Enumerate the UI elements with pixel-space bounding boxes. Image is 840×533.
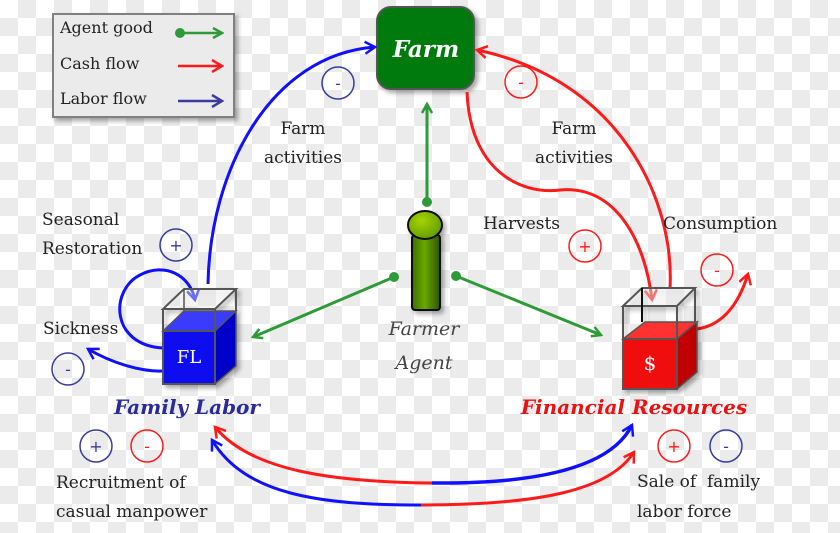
family-labor-title: Family Labor — [113, 395, 261, 419]
svg-text:+: + — [578, 237, 591, 256]
sign-badge-sale-cash: + — [657, 429, 691, 463]
sale-line1: Sale of family — [637, 472, 760, 492]
consumption-label: Consumption — [663, 214, 777, 234]
legend-label-labor-flow: Labor flow — [60, 89, 147, 108]
svg-text:-: - — [335, 74, 341, 93]
svg-text:-: - — [65, 360, 71, 379]
financial-resources-node[interactable]: $ — [620, 287, 700, 391]
legend-label-agent-good: Agent good — [59, 18, 153, 37]
harvests-label: Harvests — [483, 214, 560, 234]
labor-flow-arrow-sickness — [88, 349, 164, 373]
recruitment-line1: Recruitment of — [56, 473, 187, 493]
recruitment-sale-arrows — [210, 425, 634, 507]
sign-badge-farm-activities-left: - — [321, 66, 355, 100]
sign-badge-seasonal-restoration: + — [159, 228, 193, 262]
legend: Agent good Cash flow Labor flow — [52, 13, 235, 118]
farm-activities-right-line1: Farm — [551, 119, 596, 139]
family-labor-box-label: FL — [177, 347, 201, 368]
svg-text:-: - — [723, 437, 729, 456]
svg-text:+: + — [89, 437, 102, 456]
agent-good-arrow-family-labor — [253, 275, 395, 337]
farmer-agent-label-line1: Farmer — [388, 318, 462, 340]
farm-activities-left-line2: activities — [264, 148, 342, 168]
seasonal-restoration-line2: Restoration — [42, 239, 142, 259]
sign-badge-farm-activities-right: - — [504, 65, 538, 99]
economic-flow-diagram: Agent good Cash flow Labor flow Farm Far… — [42, 6, 777, 522]
sign-badge-harvests: + — [568, 229, 602, 263]
financial-resources-title: Financial Resources — [520, 395, 747, 419]
svg-text:-: - — [144, 437, 150, 456]
farm-node[interactable]: Farm — [376, 6, 475, 90]
farm-label: Farm — [392, 36, 459, 63]
sickness-label: Sickness — [43, 319, 118, 339]
seasonal-restoration-line1: Seasonal — [42, 210, 119, 230]
sign-badge-sale-labor: - — [709, 429, 743, 463]
svg-text:+: + — [169, 236, 182, 255]
farmer-agent-icon[interactable] — [407, 210, 443, 311]
svg-text:-: - — [714, 261, 720, 280]
financial-resources-box-label: $ — [644, 351, 657, 375]
sign-badge-recruitment-cash: - — [130, 429, 164, 463]
recruitment-line2: casual manpower — [56, 502, 208, 522]
svg-text:-: - — [518, 73, 524, 92]
farm-activities-left-line1: Farm — [280, 119, 325, 139]
svg-text:+: + — [667, 437, 680, 456]
family-labor-node[interactable]: FL — [160, 288, 239, 386]
sale-line2: labor force — [637, 502, 731, 522]
sign-badge-recruitment-labor: + — [79, 429, 113, 463]
sign-badge-sickness: - — [51, 352, 85, 386]
labor-flow-arrow-sale — [431, 425, 632, 485]
cash-flow-arrow-consumption — [696, 274, 748, 331]
farmer-agent-label-line2: Agent — [394, 352, 453, 374]
farm-activities-right-line2: activities — [535, 148, 613, 168]
legend-label-cash-flow: Cash flow — [60, 54, 140, 73]
agent-good-arrow-financial-resources — [455, 274, 601, 335]
sign-badge-consumption: - — [700, 253, 734, 287]
